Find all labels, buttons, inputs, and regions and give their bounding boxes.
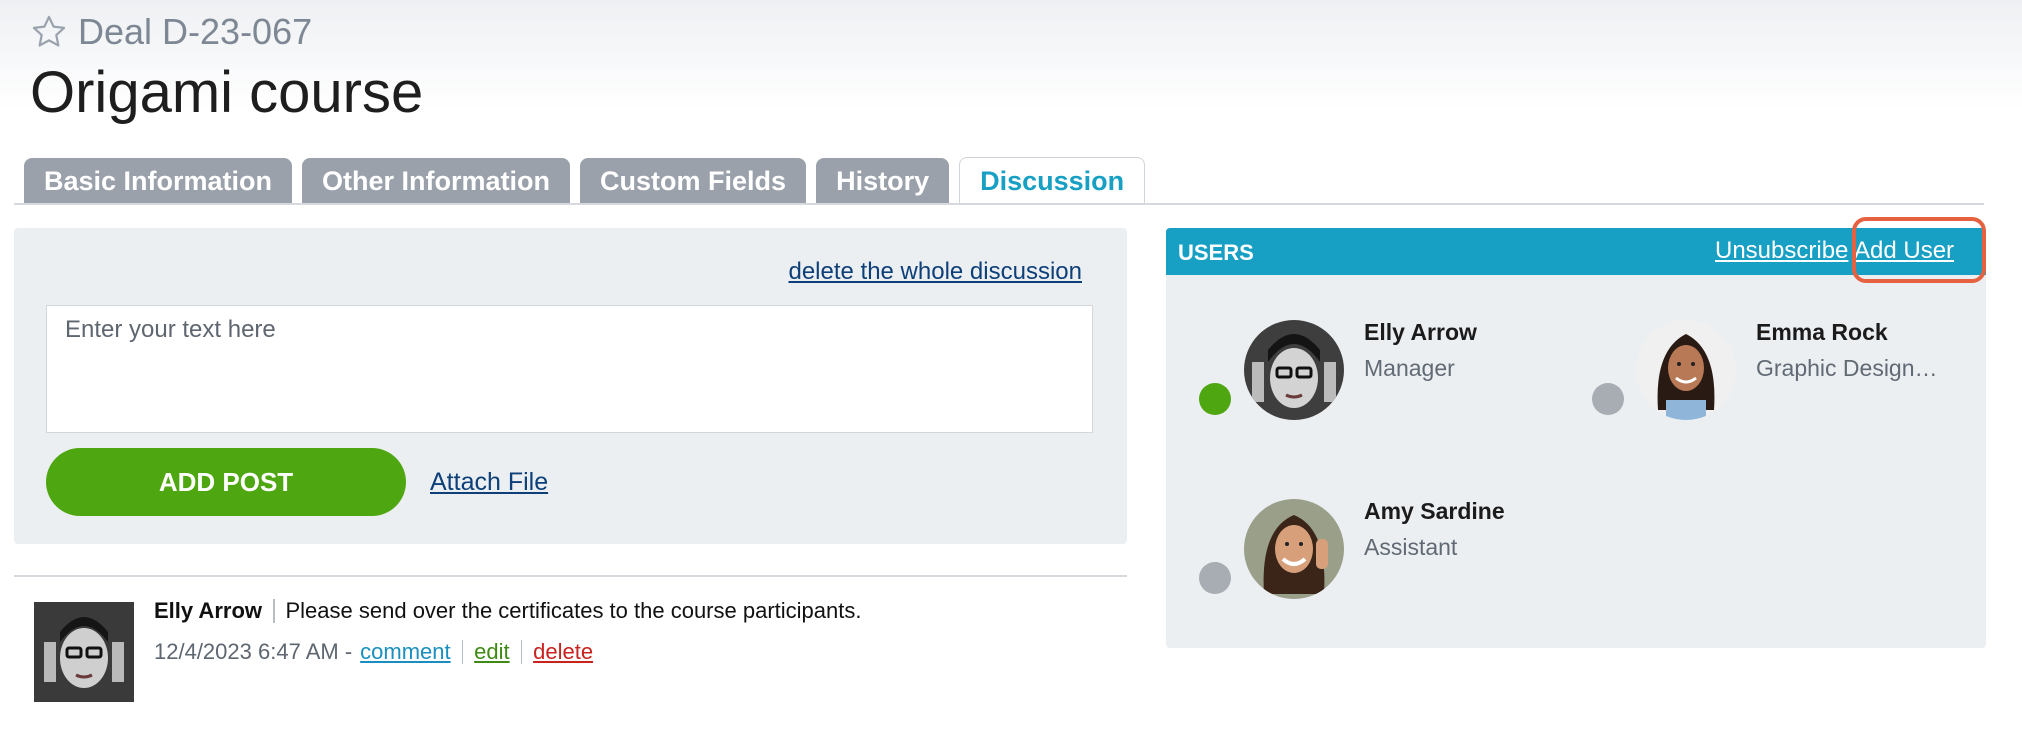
tab-other-information[interactable]: Other Information	[302, 158, 571, 204]
users-title: USERS	[1178, 240, 1254, 265]
users-header: USERS Unsubscribe Add User	[1166, 228, 1986, 275]
delete-discussion-link[interactable]: delete the whole discussion	[788, 258, 1082, 286]
post-composer-panel: delete the whole discussion ADD POST Att…	[14, 228, 1127, 544]
tabs-divider	[14, 203, 1984, 205]
attach-file-link[interactable]: Attach File	[430, 468, 548, 497]
user-name: Amy Sardine	[1364, 498, 1505, 524]
separator	[461, 640, 464, 664]
tab-history[interactable]: History	[816, 158, 950, 204]
user-role: Graphic Design…	[1756, 355, 1938, 381]
tab-basic-information[interactable]: Basic Information	[24, 158, 293, 204]
post-header: Elly Arrow Please send over the certific…	[154, 598, 861, 624]
separator	[520, 640, 523, 664]
user-avatar	[1244, 320, 1344, 420]
post-meta: 12/4/2023 6:47 AM - comment edit delete	[154, 638, 593, 666]
add-user-link[interactable]: Add User	[1854, 237, 1954, 265]
post-text: Please send over the certificates to the…	[285, 598, 862, 623]
tab-bar: Basic Information Other Information Cust…	[24, 157, 1146, 204]
post-timestamp: 12/4/2023 6:47 AM -	[154, 639, 353, 664]
status-offline-indicator	[1199, 562, 1231, 594]
add-post-button[interactable]: ADD POST	[46, 448, 406, 516]
edit-link[interactable]: edit	[474, 639, 509, 665]
status-offline-indicator	[1592, 383, 1624, 415]
users-panel: USERS Unsubscribe Add User Elly Arrow Ma…	[1166, 228, 1986, 648]
separator	[273, 599, 275, 623]
page-title: Origami course	[30, 60, 424, 125]
post-author[interactable]: Elly Arrow	[154, 598, 262, 624]
user-avatar	[1636, 320, 1736, 420]
comment-link[interactable]: comment	[360, 639, 450, 665]
user-role: Assistant	[1364, 534, 1458, 560]
delete-link[interactable]: delete	[533, 639, 593, 665]
unsubscribe-link[interactable]: Unsubscribe	[1715, 237, 1848, 265]
discussion-text-input[interactable]	[46, 305, 1093, 433]
feed-divider	[14, 575, 1127, 577]
star-icon[interactable]	[30, 13, 68, 51]
tab-custom-fields[interactable]: Custom Fields	[580, 158, 807, 204]
deal-id: Deal D-23-067	[78, 11, 313, 52]
tab-discussion[interactable]: Discussion	[959, 157, 1146, 204]
deal-id-row: Deal D-23-067	[30, 8, 312, 56]
user-name: Elly Arrow	[1364, 319, 1477, 345]
status-online-indicator	[1199, 383, 1231, 415]
user-avatar	[1244, 499, 1344, 599]
post-author-avatar	[34, 602, 134, 702]
user-name: Emma Rock	[1756, 319, 1888, 345]
user-role: Manager	[1364, 355, 1455, 381]
